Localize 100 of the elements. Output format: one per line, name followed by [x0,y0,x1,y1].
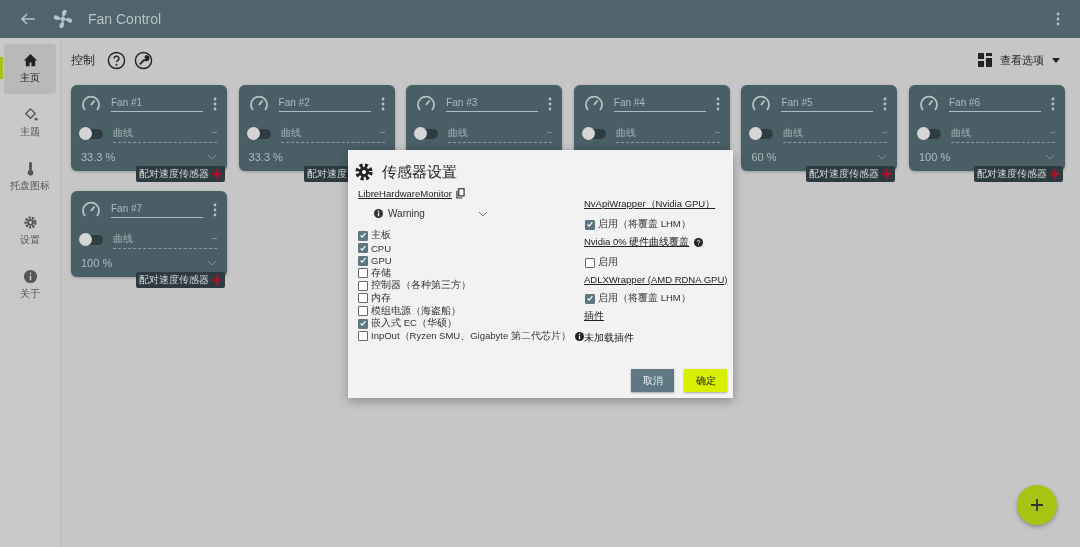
more-options-icon[interactable] [715,97,720,111]
checkbox-label: 嵌入式 EC（华硕） [371,317,457,331]
app-title: Fan Control [88,11,162,27]
info-icon [22,269,38,284]
view-options-button[interactable]: 查看选项 [978,52,1060,68]
fan-name-field[interactable]: Fan #4 [613,96,706,112]
log-level-dropdown[interactable]: Warning [374,208,488,222]
checkbox[interactable] [358,268,368,279]
toggle-switch[interactable] [751,129,774,139]
checkbox[interactable] [585,293,595,304]
toggle-switch[interactable] [81,235,103,245]
mode-dropdown[interactable]: 曲线 [615,125,720,143]
layout-icon [978,53,992,67]
fan-speed-text: 100 % [918,151,951,163]
plus-icon [1049,169,1060,179]
checkbox-label: 模组电源（海盗船） [371,304,461,318]
plus-icon [212,169,222,179]
pair-sensor-badge[interactable]: 配对速度传感器 [136,272,225,288]
mode-dropdown[interactable]: 曲线 [113,231,217,249]
toggle-switch[interactable] [583,129,606,139]
toggle-switch[interactable] [918,129,941,139]
fan-name-field[interactable]: Fan #3 [446,96,539,112]
mode-dropdown[interactable]: 曲线 [950,125,1055,143]
checkbox[interactable] [358,331,368,342]
checkbox-label: 启用（将覆盖 LHM） [598,292,691,305]
help-icon[interactable] [107,50,126,70]
fan-name-field[interactable]: Fan #7 [111,202,203,218]
checkbox[interactable] [585,257,595,268]
settings-icon [22,215,38,230]
mode-dropdown[interactable]: 曲线 [783,125,888,143]
caret-icon [1052,57,1060,63]
settings-icon [354,162,374,182]
section-link[interactable]: ADLXWrapper (AMD RDNA GPU) [584,274,728,285]
more-options-icon[interactable] [213,97,217,111]
pair-sensor-badge[interactable]: 配对速度 [303,166,350,182]
pair-sensor-badge[interactable]: 配对速度传感器 [806,166,896,182]
more-options-icon[interactable] [1050,97,1055,111]
wrench-icon[interactable] [134,50,153,70]
plus-icon [882,169,893,179]
checkbox-label: CPU [371,242,392,254]
section-link[interactable]: 插件 [584,310,604,323]
mode-dropdown[interactable]: 曲线 [113,125,217,143]
checkbox[interactable] [358,280,368,291]
fan-speed-text: 33.3 % [248,151,283,163]
fan-name-field[interactable]: Fan #5 [781,96,874,112]
sidebar-item[interactable]: 设置 [4,206,56,256]
checkbox-label: 启用 [598,256,618,269]
checkbox-label: 主板 [371,229,391,242]
checkbox-label: GPU [371,255,392,267]
fan-name-field[interactable]: Fan #6 [948,96,1041,112]
checkbox-label: 控制器（各种第三方） [371,279,471,292]
chevron-down-icon [478,210,488,217]
info-icon[interactable] [574,331,584,341]
fan-speed-text: 33.3 % [81,151,116,163]
checkbox[interactable] [358,243,368,254]
add-button[interactable] [1017,485,1057,525]
confirm-button[interactable]: 确定 [684,369,727,392]
checkbox[interactable] [585,219,595,230]
section-link[interactable]: Nvidia 0% 硬件曲线覆盖 [584,236,690,249]
checkbox[interactable] [358,230,368,241]
section-link[interactable]: NvApiWrapper（Nvidia GPU） [584,198,716,211]
pair-sensor-badge[interactable]: 配对速度传感器 [136,166,225,182]
mode-dropdown[interactable]: 曲线 [448,125,553,143]
checkbox-label: 内存 [371,291,391,305]
fan-icon [52,8,74,30]
checkbox-label: InpOut（Ryzen SMU、Gigabyte 第二代芯片） [371,329,571,343]
toggle-switch[interactable] [416,129,439,139]
back-arrow-icon[interactable] [20,11,36,27]
sidebar-item[interactable]: 主题 [4,98,56,148]
toggle-switch[interactable] [81,129,103,139]
checkbox[interactable] [358,306,368,317]
copy-icon[interactable] [456,188,465,199]
checkbox[interactable] [358,293,368,304]
fan-speed-text: 100 % [81,257,113,269]
fan-speed-text: 60 % [751,151,777,163]
toggle-switch[interactable] [248,129,271,139]
help-icon[interactable] [694,238,704,247]
more-options-icon[interactable] [548,97,553,111]
checkbox[interactable] [358,318,368,329]
checkbox-label: 存储 [371,266,391,280]
fan-name-field[interactable]: Fan #1 [111,96,203,112]
fan-name-field[interactable]: Fan #2 [278,96,371,112]
plugin-status-text: 未加载插件 [584,331,635,345]
checkbox-label: 启用（将覆盖 LHM） [598,218,691,231]
more-options-icon[interactable] [883,97,888,111]
more-options-icon[interactable] [213,203,217,217]
cancel-button[interactable]: 取消 [631,369,674,392]
sidebar-item[interactable]: 托盘图标 [4,152,56,202]
sidebar-item[interactable]: 关于 [4,260,56,310]
pair-sensor-badge[interactable]: 配对速度传感器 [973,166,1063,182]
mode-dropdown[interactable]: 曲线 [280,125,385,143]
more-options-icon[interactable] [1056,12,1060,26]
info-icon [374,209,383,218]
plus-icon [1030,498,1044,512]
more-options-icon[interactable] [380,97,385,111]
home-icon [22,53,38,68]
source-link[interactable]: LibreHardwareMonitor [358,188,452,199]
checkbox[interactable] [358,255,368,266]
plus-icon [212,275,222,285]
dialog-title: 传感器设置 [382,162,457,182]
